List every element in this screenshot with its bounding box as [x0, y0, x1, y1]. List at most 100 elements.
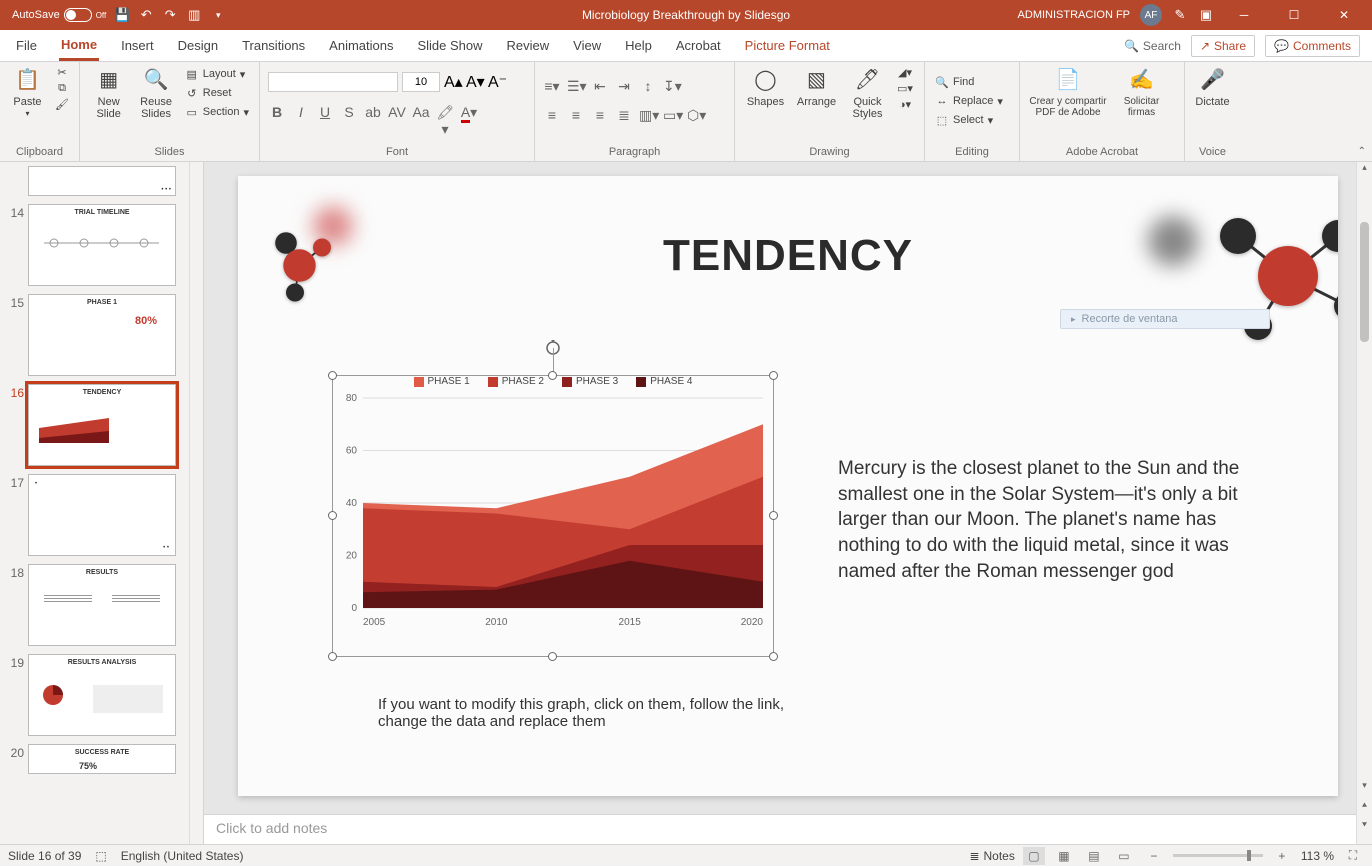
coming-soon-icon[interactable]: ✎ — [1172, 7, 1188, 23]
zoom-out-icon[interactable]: − — [1143, 847, 1165, 865]
search-box[interactable]: 🔍 Search — [1124, 39, 1181, 53]
prev-slide-icon[interactable]: ⯅ — [1357, 800, 1372, 816]
select-button[interactable]: ⬚Select ▾ — [933, 112, 1005, 128]
increase-font-icon[interactable]: A▴ — [444, 72, 462, 92]
justify-icon[interactable]: ≣ — [615, 107, 633, 124]
dictate-button[interactable]: 🎤Dictate — [1193, 66, 1232, 108]
decrease-font-icon[interactable]: A▾ — [466, 72, 484, 92]
font-size-input[interactable] — [402, 72, 440, 92]
slide-count[interactable]: Slide 16 of 39 — [8, 849, 81, 863]
align-left-icon[interactable]: ≡ — [543, 107, 561, 124]
reuse-slides-button[interactable]: 🔍 Reuse Slides — [135, 66, 176, 120]
new-slide-button[interactable]: ▦ New Slide — [88, 66, 129, 120]
tab-insert[interactable]: Insert — [119, 32, 156, 59]
slide-thumbnail-18[interactable]: RESULTS — [28, 564, 176, 646]
shapes-button[interactable]: ◯Shapes — [743, 66, 788, 108]
user-avatar[interactable]: AF — [1140, 4, 1162, 26]
scroll-up-icon[interactable]: ▴ — [1357, 162, 1372, 178]
format-painter-icon[interactable]: 🖌 — [53, 98, 71, 111]
tab-transitions[interactable]: Transitions — [240, 32, 307, 59]
highlight-icon[interactable]: 🖍▾ — [436, 104, 454, 138]
tab-slideshow[interactable]: Slide Show — [415, 32, 484, 59]
editor-vertical-scrollbar[interactable]: ▴ ▾ ⯅ ⯆ — [1356, 162, 1372, 844]
normal-view-icon[interactable]: ▢ — [1023, 847, 1045, 865]
shadow-icon[interactable]: ab — [364, 104, 382, 138]
arrange-button[interactable]: ▧Arrange — [794, 66, 839, 108]
shape-effects-icon[interactable]: ◑▾ — [896, 98, 914, 111]
replace-button[interactable]: ↔Replace ▾ — [933, 93, 1005, 109]
autosave-toggle[interactable]: AutoSave Off — [12, 8, 106, 22]
zoom-slider[interactable] — [1173, 854, 1263, 857]
zoom-in-icon[interactable]: + — [1271, 847, 1293, 865]
char-spacing-icon[interactable]: AV — [388, 104, 406, 138]
font-color-icon[interactable]: A▾ — [460, 104, 478, 138]
tab-help[interactable]: Help — [623, 32, 654, 59]
numbering-icon[interactable]: ☰▾ — [567, 78, 585, 95]
qat-more-icon[interactable]: ▾ — [210, 7, 226, 23]
slide-thumbnail-15[interactable]: PHASE 180% — [28, 294, 176, 376]
clear-formatting-icon[interactable]: A⁻ — [488, 72, 506, 92]
tab-picture-format[interactable]: Picture Format — [743, 32, 832, 59]
bold-icon[interactable]: B — [268, 104, 286, 138]
maximize-button[interactable]: ☐ — [1274, 0, 1314, 30]
undo-icon[interactable]: ↶ — [138, 7, 154, 23]
text-direction-icon[interactable]: ↧▾ — [663, 78, 681, 95]
font-name-input[interactable] — [268, 72, 398, 92]
zoom-level[interactable]: 113 % — [1301, 849, 1334, 863]
shape-fill-icon[interactable]: ◢▾ — [896, 66, 914, 79]
align-center-icon[interactable]: ≡ — [567, 107, 585, 124]
thumbnails-scrollbar[interactable] — [189, 162, 203, 844]
line-spacing-icon[interactable]: ↕ — [639, 78, 657, 95]
quick-styles-button[interactable]: 🖊Quick Styles — [845, 66, 890, 120]
paste-button[interactable]: 📋 Paste ▾ — [8, 66, 47, 119]
strike-icon[interactable]: S — [340, 104, 358, 138]
cut-icon[interactable]: ✂ — [53, 66, 71, 79]
collapse-ribbon-icon[interactable]: ⌃ — [1358, 146, 1366, 157]
tab-design[interactable]: Design — [176, 32, 220, 59]
slide-thumbnail-20[interactable]: SUCCESS RATE75% — [28, 744, 176, 774]
minimize-button[interactable]: ─ — [1224, 0, 1264, 30]
copy-icon[interactable]: ⧉ — [53, 82, 71, 95]
create-pdf-button[interactable]: 📄Crear y compartir PDF de Adobe — [1028, 66, 1108, 118]
slide-thumbnail-14[interactable]: TRIAL TIMELINE — [28, 204, 176, 286]
chart-hint-text[interactable]: If you want to modify this graph, click … — [378, 696, 798, 730]
shape-outline-icon[interactable]: ▭▾ — [896, 82, 914, 95]
slide-thumbnail-19[interactable]: RESULTS ANALYSIS — [28, 654, 176, 736]
slide-thumbnail-17[interactable]: •• • — [28, 474, 176, 556]
share-button[interactable]: ↗ Share — [1191, 35, 1255, 57]
bullets-icon[interactable]: ≡▾ — [543, 78, 561, 95]
change-case-icon[interactable]: Aa — [412, 104, 430, 138]
start-from-beginning-icon[interactable]: ▥ — [186, 7, 202, 23]
smartart-icon[interactable]: ⬡▾ — [687, 107, 705, 124]
tab-acrobat[interactable]: Acrobat — [674, 32, 723, 59]
chart-object[interactable]: PHASE 1 PHASE 2 PHASE 3 PHASE 4 02040608… — [333, 376, 773, 656]
tab-review[interactable]: Review — [505, 32, 552, 59]
scroll-down-icon[interactable]: ▾ — [1357, 780, 1372, 796]
language-status[interactable]: English (United States) — [121, 849, 244, 863]
slide-canvas[interactable]: TENDENCY Recorte de ventana PHASE 1 PHAS… — [238, 176, 1338, 796]
slide-sorter-view-icon[interactable]: ▦ — [1053, 847, 1075, 865]
close-button[interactable]: ✕ — [1324, 0, 1364, 30]
save-icon[interactable]: 💾 — [114, 7, 130, 23]
accessibility-icon[interactable]: ⬚ — [95, 849, 106, 863]
decrease-indent-icon[interactable]: ⇤ — [591, 78, 609, 95]
toggle-switch-icon[interactable] — [64, 8, 92, 22]
tab-file[interactable]: File — [14, 32, 39, 59]
fit-to-window-icon[interactable]: ⛶ — [1342, 847, 1364, 865]
rotation-handle-icon[interactable] — [545, 340, 561, 356]
slide-thumbnail-16[interactable]: TENDENCY — [28, 384, 176, 466]
redo-icon[interactable]: ↷ — [162, 7, 178, 23]
section-button[interactable]: ▭Section ▾ — [183, 104, 251, 120]
align-right-icon[interactable]: ≡ — [591, 107, 609, 124]
ribbon-options-icon[interactable]: ▣ — [1198, 7, 1214, 23]
layout-button[interactable]: ▤Layout ▾ — [183, 66, 251, 82]
notes-pane[interactable]: Click to add notes — [204, 814, 1372, 844]
slideshow-view-icon[interactable]: ▭ — [1113, 847, 1135, 865]
next-slide-icon[interactable]: ⯆ — [1357, 820, 1372, 836]
underline-icon[interactable]: U — [316, 104, 334, 138]
body-text[interactable]: Mercury is the closest planet to the Sun… — [838, 456, 1278, 584]
slide-thumbnail-13[interactable]: • • • — [28, 166, 176, 196]
comments-button[interactable]: 💬 Comments — [1265, 35, 1360, 57]
tab-animations[interactable]: Animations — [327, 32, 395, 59]
notes-toggle[interactable]: ≣Notes — [969, 849, 1014, 863]
